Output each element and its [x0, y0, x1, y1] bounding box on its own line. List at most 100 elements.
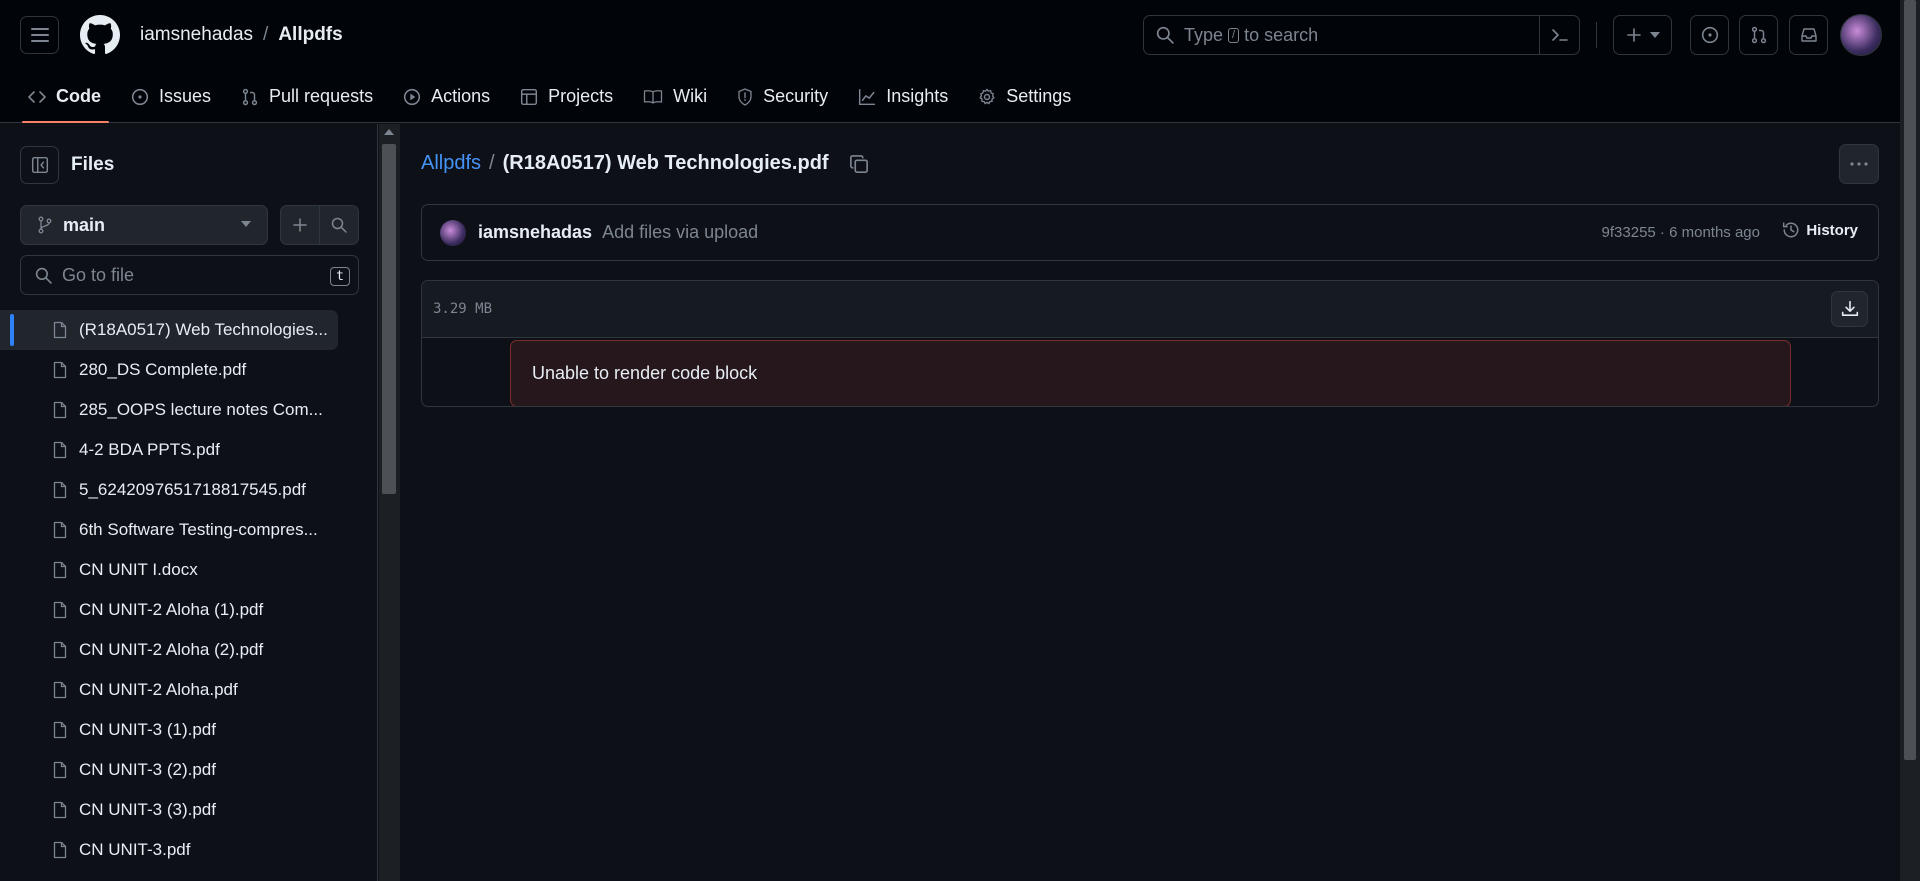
sidebar-scrollbar-thumb[interactable] — [382, 144, 396, 494]
file-tree-item[interactable]: CN UNIT-3 (1).pdf — [0, 710, 378, 750]
history-icon — [1782, 221, 1800, 239]
file-name: CN UNIT-3 (2).pdf — [79, 760, 216, 779]
sidebar-collapse-icon — [31, 156, 49, 174]
commit-meta[interactable]: 9f33255 · 6 months ago — [1602, 224, 1760, 241]
go-to-file-placeholder: Go to file — [62, 264, 135, 285]
file-icon — [52, 361, 68, 379]
tab-wiki-label: Wiki — [673, 86, 708, 106]
page-scrollbar[interactable] — [1900, 0, 1920, 881]
tab-projects[interactable]: Projects — [520, 70, 613, 123]
repo-link[interactable]: Allpdfs — [278, 24, 342, 46]
tab-actions-label: Actions — [431, 86, 491, 106]
search-input[interactable]: Type / to search — [1143, 15, 1580, 55]
render-error-message: Unable to render code block — [510, 340, 1791, 406]
tab-insights[interactable]: Insights — [858, 70, 948, 123]
commit-author-avatar[interactable] — [440, 219, 466, 246]
file-name: CN UNIT-2 Aloha (2).pdf — [79, 640, 264, 659]
search-files-button[interactable] — [320, 206, 358, 244]
more-options-button[interactable] — [1839, 144, 1879, 184]
file-name: (R18A0517) Web Technologies... — [79, 320, 328, 339]
sidebar-action-group — [280, 205, 359, 245]
file-name: 4-2 BDA PPTS.pdf — [79, 440, 220, 459]
tab-pull-requests-label: Pull requests — [269, 86, 374, 106]
collapse-sidebar-button[interactable] — [20, 146, 59, 184]
tab-wiki[interactable]: Wiki — [643, 70, 707, 123]
pull-requests-button[interactable] — [1739, 15, 1778, 55]
download-icon — [1841, 300, 1859, 318]
copy-path-icon[interactable] — [849, 154, 869, 174]
add-file-button[interactable] — [281, 206, 320, 244]
file-icon — [52, 841, 68, 859]
file-tree: (R18A0517) Web Technologies... 280_DS Co… — [0, 310, 378, 870]
menu-button[interactable] — [20, 16, 59, 54]
pull-request-icon — [241, 88, 259, 106]
header-divider — [1596, 22, 1597, 48]
repo-breadcrumb: iamsnehadas / Allpdfs — [140, 24, 343, 46]
branch-selector[interactable]: main — [20, 205, 268, 245]
file-tree-item[interactable]: CN UNIT-3 (2).pdf — [0, 750, 378, 790]
github-logo-icon[interactable] — [80, 15, 120, 55]
file-icon — [52, 801, 68, 819]
page-scrollbar-thumb[interactable] — [1904, 0, 1916, 760]
tab-actions[interactable]: Actions — [403, 70, 490, 123]
tab-security[interactable]: Security — [737, 70, 828, 123]
commit-message[interactable]: Add files via upload — [602, 222, 758, 243]
file-tree-item-active[interactable]: (R18A0517) Web Technologies... — [0, 310, 338, 350]
file-viewer: 3.29 MB Unable to render code block — [421, 280, 1879, 407]
file-tree-item[interactable]: CN UNIT I.docx — [0, 550, 378, 590]
tab-issues-label: Issues — [159, 86, 212, 106]
render-error-text: Unable to render code block — [532, 363, 758, 383]
file-tree-item[interactable]: CN UNIT-2 Aloha (1).pdf — [0, 590, 378, 630]
file-icon — [52, 641, 68, 659]
file-name: CN UNIT-3 (1).pdf — [79, 720, 216, 739]
search-shortcut-key: / — [1228, 27, 1240, 43]
tab-pull-requests[interactable]: Pull requests — [241, 70, 373, 123]
repo-nav: Code Issues Pull requests Actions Projec… — [0, 70, 1101, 123]
breadcrumb-repo-link[interactable]: Allpdfs — [421, 152, 481, 175]
kebab-horizontal-icon — [1850, 162, 1868, 166]
issue-opened-icon — [1701, 26, 1719, 44]
go-to-file-input[interactable]: Go to file t — [20, 255, 359, 295]
user-avatar[interactable] — [1840, 14, 1882, 56]
create-new-button[interactable] — [1613, 15, 1672, 55]
file-tree-item[interactable]: CN UNIT-2 Aloha.pdf — [0, 670, 378, 710]
search-icon — [1156, 26, 1174, 44]
commit-author[interactable]: iamsnehadas — [478, 222, 592, 243]
search-icon — [331, 217, 347, 233]
file-icon — [52, 321, 68, 339]
search-suffix: to search — [1244, 24, 1319, 45]
git-pull-request-icon — [1750, 26, 1768, 44]
scroll-up-arrow-icon[interactable] — [384, 129, 394, 135]
file-tree-item[interactable]: CN UNIT-3 (3).pdf — [0, 790, 378, 830]
sidebar-scrollbar[interactable] — [379, 124, 400, 881]
owner-link[interactable]: iamsnehadas — [140, 24, 253, 46]
sidebar-title: Files — [71, 154, 115, 175]
file-tree-item[interactable]: CN UNIT-3.pdf — [0, 830, 378, 870]
file-name: CN UNIT-3.pdf — [79, 840, 191, 859]
history-button[interactable]: History — [1782, 221, 1858, 239]
tab-issues[interactable]: Issues — [131, 70, 211, 123]
file-tree-item[interactable]: 5_6242097651718817545.pdf — [0, 470, 378, 510]
issues-button[interactable] — [1690, 15, 1729, 55]
file-icon — [52, 481, 68, 499]
tab-code[interactable]: Code — [22, 70, 109, 123]
command-palette-button[interactable] — [1539, 16, 1579, 54]
file-icon — [52, 721, 68, 739]
file-name: CN UNIT-2 Aloha.pdf — [79, 680, 238, 699]
download-button[interactable] — [1831, 291, 1868, 327]
file-tree-item[interactable]: CN UNIT-2 Aloha (2).pdf — [0, 630, 378, 670]
plus-icon — [292, 217, 308, 233]
file-name: 280_DS Complete.pdf — [79, 360, 247, 379]
file-icon — [52, 441, 68, 459]
file-tree-item[interactable]: 285_OOPS lecture notes Com... — [0, 390, 378, 430]
table-icon — [520, 88, 538, 106]
triangle-down-icon — [1649, 32, 1660, 38]
file-tree-item[interactable]: 280_DS Complete.pdf — [0, 350, 378, 390]
file-tree-item[interactable]: 4-2 BDA PPTS.pdf — [0, 430, 378, 470]
tab-security-label: Security — [763, 86, 829, 106]
file-name: 5_6242097651718817545.pdf — [79, 480, 306, 499]
tab-settings-label: Settings — [1006, 86, 1072, 106]
tab-settings[interactable]: Settings — [978, 70, 1071, 123]
inbox-button[interactable] — [1789, 15, 1828, 55]
file-tree-item[interactable]: 6th Software Testing-compres... — [0, 510, 378, 550]
